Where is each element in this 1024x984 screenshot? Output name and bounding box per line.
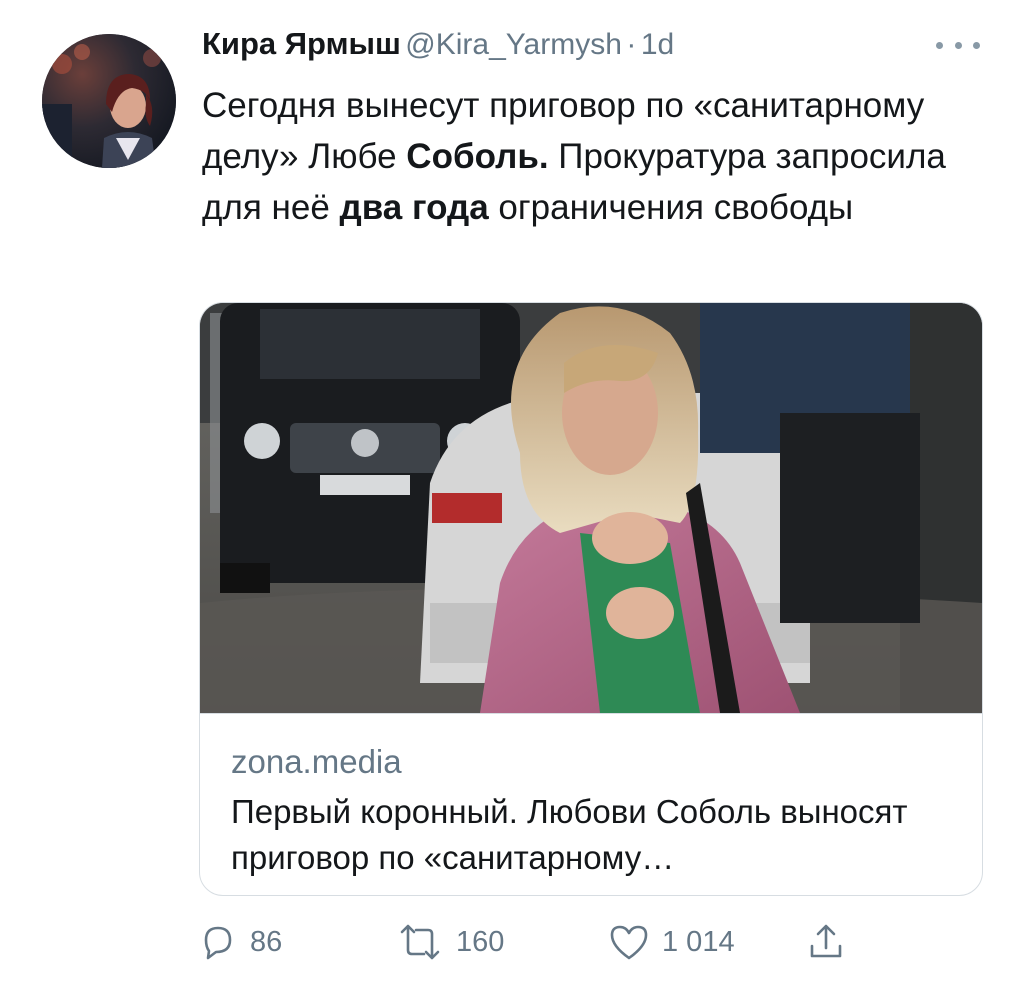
author-handle[interactable]: @Kira_Yarmysh <box>405 28 622 61</box>
card-divider <box>200 713 982 714</box>
avatar[interactable] <box>42 34 176 168</box>
link-card-title: Первый коронный. Любови Соболь выносят п… <box>231 793 908 876</box>
share-button[interactable] <box>806 916 846 968</box>
share-icon <box>810 924 842 958</box>
tweet-timestamp[interactable]: 1d <box>641 28 674 61</box>
more-icon[interactable] <box>936 30 980 60</box>
reply-icon <box>204 926 232 960</box>
avatar-image <box>42 34 176 168</box>
separator-dot: · <box>626 28 637 61</box>
text-segment-bold-surname: Соболь. <box>406 137 549 176</box>
retweet-icon <box>400 924 440 960</box>
tweet-text: Сегодня вынесут приговор по «санитарному… <box>202 80 962 233</box>
text-segment-bold-term: два года <box>339 188 489 227</box>
retweet-button[interactable]: 160 <box>396 916 504 968</box>
link-card[interactable]: zona.media Первый коронный. Любови Собол… <box>199 302 983 896</box>
link-card-domain: zona.media <box>231 743 402 780</box>
text-segment-4: ограничения свободы <box>488 188 854 227</box>
retweet-count: 160 <box>456 925 505 958</box>
like-count: 1 014 <box>662 925 735 958</box>
reply-button[interactable]: 86 <box>198 916 282 968</box>
heart-icon <box>610 925 648 960</box>
reply-count: 86 <box>250 925 283 958</box>
tweet-header: Кира Ярмыш @Kira_Yarmysh · 1d <box>202 26 984 76</box>
like-button[interactable]: 1 014 <box>608 916 735 968</box>
tweet-actions: 86 160 1 014 <box>198 916 878 968</box>
link-card-photo <box>200 303 982 713</box>
author-name[interactable]: Кира Ярмыш <box>202 26 401 61</box>
